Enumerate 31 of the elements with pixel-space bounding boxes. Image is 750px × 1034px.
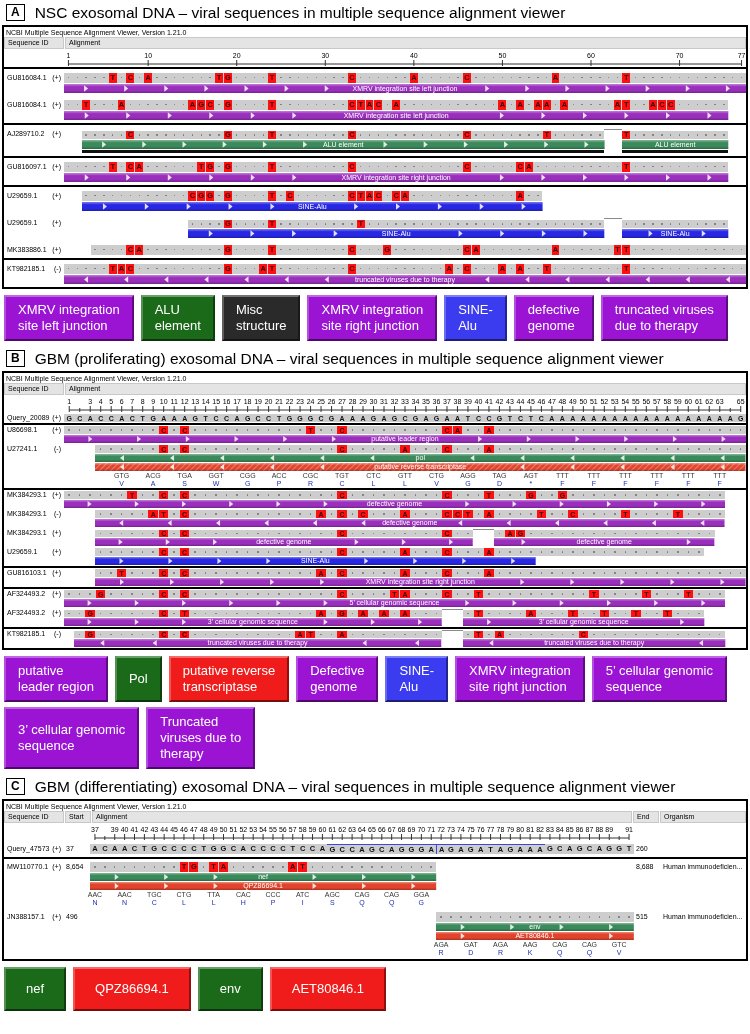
panel-label: B bbox=[6, 350, 25, 367]
legend-box: Truncated viruses due to therapy bbox=[146, 707, 256, 769]
legend-box: env bbox=[197, 967, 263, 1011]
legend-box: SINE- Alu bbox=[385, 656, 449, 702]
legend-box: nef bbox=[4, 967, 67, 1011]
gap-line bbox=[604, 129, 622, 131]
gap-line bbox=[441, 609, 463, 610]
panel-label: C bbox=[6, 778, 25, 795]
legend-box: truncated viruses due to therapy bbox=[600, 295, 728, 341]
legend-box: SINE- Alu bbox=[444, 295, 507, 341]
legend-box: putative leader region bbox=[4, 656, 108, 702]
legend-box: Pol bbox=[114, 656, 162, 702]
legend-box: 5’ cellular genomic sequence bbox=[591, 656, 727, 702]
panel-label: A bbox=[6, 4, 25, 21]
legend-box: Misc structure bbox=[221, 295, 301, 341]
legend-box: XMRV integration site right junction bbox=[307, 295, 438, 341]
gap-line bbox=[473, 529, 495, 530]
legend-box: XMRV integration site right junction bbox=[455, 656, 585, 702]
legend-box: Defective genome bbox=[296, 656, 379, 702]
panel-title: GBM (differentiating) exosomal DNA – viral sequences in multiple sequence alignment viewer bbox=[34, 778, 676, 796]
legend-box: XMRV integration site left junction bbox=[4, 295, 134, 341]
panel-title: GBM (proliferating) exosomal DNA – viral sequences in multiple sequence alignment viewer bbox=[34, 350, 664, 368]
legend-box: defective genome bbox=[513, 295, 594, 341]
legend-box: ALU element bbox=[140, 295, 215, 341]
legend-box: QPZ86694.1 bbox=[73, 967, 191, 1011]
legend-box: AET80846.1 bbox=[269, 967, 387, 1011]
gap-line bbox=[604, 218, 622, 220]
legend-box: 3’ cellular genomic sequence bbox=[4, 707, 140, 769]
legend-box: putative reverse transcriptase bbox=[168, 656, 290, 702]
panel-title: NSC exosomal DNA – viral sequences in multiple sequence alignment viewer bbox=[34, 4, 566, 22]
gap-line bbox=[441, 630, 463, 631]
